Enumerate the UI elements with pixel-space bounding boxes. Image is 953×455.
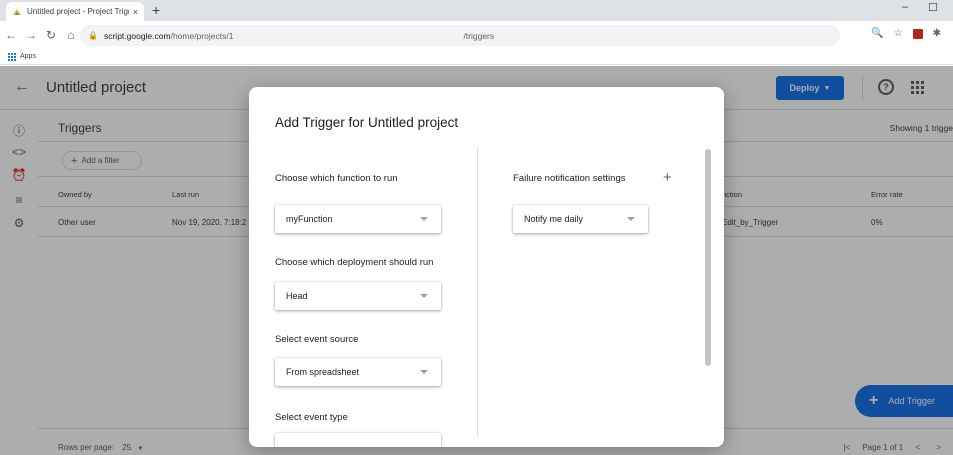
deployment-select-value: Head bbox=[286, 291, 308, 301]
bookmarks-bar: Apps bbox=[0, 49, 953, 65]
event-source-label: Select event source bbox=[275, 334, 359, 345]
apps-grid-icon[interactable] bbox=[8, 52, 16, 61]
reload-icon[interactable]: ↻ bbox=[42, 28, 60, 42]
dropdown-caret-icon bbox=[420, 217, 428, 221]
deployment-select[interactable]: Head bbox=[275, 282, 441, 310]
pdf-extension-icon[interactable] bbox=[912, 28, 923, 39]
address-bar[interactable]: 🔒 script.google.com /home/projects/1 /tr… bbox=[80, 25, 840, 46]
dropdown-caret-icon bbox=[420, 294, 428, 298]
dialog-title: Add Trigger for Untitled project bbox=[275, 115, 459, 130]
home-icon[interactable]: ⌂ bbox=[62, 28, 80, 42]
function-select-value: myFunction bbox=[286, 214, 333, 224]
add-trigger-dialog: Add Trigger for Untitled project Choose … bbox=[249, 87, 724, 447]
event-source-select-value: From spreadsheet bbox=[286, 367, 360, 377]
function-select[interactable]: myFunction bbox=[275, 205, 441, 233]
bookmark-star-icon[interactable]: ☆ bbox=[894, 28, 903, 39]
tab-title: Untitled project - Project Trigger bbox=[27, 7, 129, 16]
dropdown-caret-icon bbox=[627, 217, 635, 221]
new-tab-button[interactable]: + bbox=[152, 2, 160, 18]
maximize-button[interactable]: ☐ bbox=[928, 1, 938, 14]
extensions-puzzle-icon[interactable]: ✱ bbox=[933, 28, 941, 39]
toolbar-icons: 🔍 ☆ ✱ bbox=[871, 28, 941, 39]
apps-script-favicon-icon bbox=[12, 7, 22, 17]
dropdown-caret-icon bbox=[420, 370, 428, 374]
url-path-end: /triggers bbox=[463, 30, 495, 41]
dialog-scrollbar[interactable] bbox=[705, 149, 711, 366]
browser-tab[interactable]: Untitled project - Project Trigger × bbox=[6, 2, 144, 21]
forward-arrow-icon[interactable]: → bbox=[22, 28, 40, 42]
failure-notification-label: Failure notification settings bbox=[513, 173, 626, 184]
url-path-start: /home/projects/1 bbox=[170, 30, 234, 41]
tab-close-icon[interactable]: × bbox=[133, 7, 138, 17]
browser-tabstrip: Untitled project - Project Trigger × + –… bbox=[0, 0, 953, 21]
event-type-select[interactable] bbox=[275, 433, 441, 447]
add-notification-plus-icon[interactable]: + bbox=[663, 169, 672, 186]
lock-icon: 🔒 bbox=[88, 31, 98, 40]
minimize-button[interactable]: – bbox=[902, 1, 908, 13]
deployment-label: Choose which deployment should run bbox=[275, 257, 434, 268]
browser-toolbar: ← → ↻ ⌂ 🔒 script.google.com /home/projec… bbox=[0, 21, 953, 49]
url-redacted-segment bbox=[233, 29, 464, 42]
column-divider bbox=[477, 147, 478, 437]
bookmark-apps[interactable]: Apps bbox=[20, 53, 36, 60]
url-host: script.google.com bbox=[103, 30, 171, 41]
back-arrow-icon[interactable]: ← bbox=[2, 28, 20, 42]
zoom-icon[interactable]: 🔍 bbox=[871, 28, 883, 39]
failure-notification-select[interactable]: Notify me daily bbox=[513, 205, 648, 233]
event-source-select[interactable]: From spreadsheet bbox=[275, 358, 441, 386]
failure-notification-value: Notify me daily bbox=[524, 214, 584, 224]
event-type-label: Select event type bbox=[275, 412, 348, 423]
function-label: Choose which function to run bbox=[275, 173, 398, 184]
